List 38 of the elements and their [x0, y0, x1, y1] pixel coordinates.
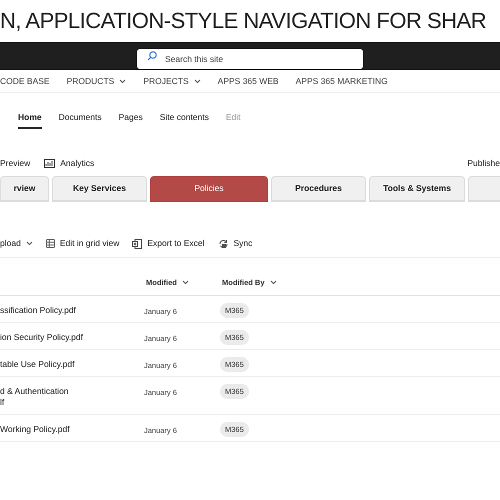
command-button[interactable]: Analytics: [44, 156, 94, 170]
toolbar-button[interactable]: Sync: [218, 237, 252, 250]
tab[interactable]: Key Services: [52, 176, 147, 202]
nav-link[interactable]: PROJECTS: [143, 74, 201, 88]
nav-link[interactable]: Home: [18, 111, 42, 129]
nav-link[interactable]: CODE BASE: [0, 74, 50, 88]
chart-icon: [44, 158, 56, 168]
search-icon: [147, 51, 157, 61]
nav-link: Edit: [226, 111, 241, 124]
tab[interactable]: rview: [0, 176, 49, 202]
tab[interactable]: [468, 176, 500, 202]
toolbar-button[interactable]: Edit in grid view: [46, 237, 120, 250]
caret-icon: [182, 280, 189, 285]
nav-link[interactable]: PRODUCTS: [66, 74, 126, 88]
tab[interactable]: Procedures: [271, 176, 366, 202]
file-name[interactable]: ion Security Policy.pdf: [0, 330, 144, 343]
nav-link[interactable]: Documents: [58, 111, 102, 129]
site-title: N, APPLICATION-STYLE NAVIGATION FOR SHAR: [0, 7, 488, 35]
file-name[interactable]: ssification Policy.pdf: [0, 303, 144, 316]
sync-icon: [218, 238, 229, 248]
tab[interactable]: Tools & Systems: [369, 176, 465, 202]
grid-icon: [46, 239, 55, 248]
spreadsheet-icon: [132, 238, 142, 248]
tab[interactable]: Policies: [150, 176, 268, 202]
file-name[interactable]: table Use Policy.pdf: [0, 357, 144, 370]
publish-status: Publishe: [467, 156, 500, 170]
toolbar-button[interactable]: Export to Excel: [132, 237, 205, 250]
search-field[interactable]: Search this site: [137, 49, 363, 69]
toolbar-button[interactable]: pload: [0, 237, 33, 250]
file-name[interactable]: d & Authentication lf: [0, 384, 144, 408]
nav-link[interactable]: APPS 365 WEB: [218, 74, 279, 88]
nav-link[interactable]: Site contents: [160, 111, 209, 129]
nav-link[interactable]: Pages: [118, 111, 143, 129]
nav-link[interactable]: APPS 365 MARKETING: [296, 74, 388, 88]
caret-icon: [26, 241, 33, 246]
caret-icon: [270, 280, 276, 285]
command-button[interactable]: Preview: [0, 156, 30, 170]
file-name[interactable]: Working Policy.pdf: [0, 422, 144, 435]
